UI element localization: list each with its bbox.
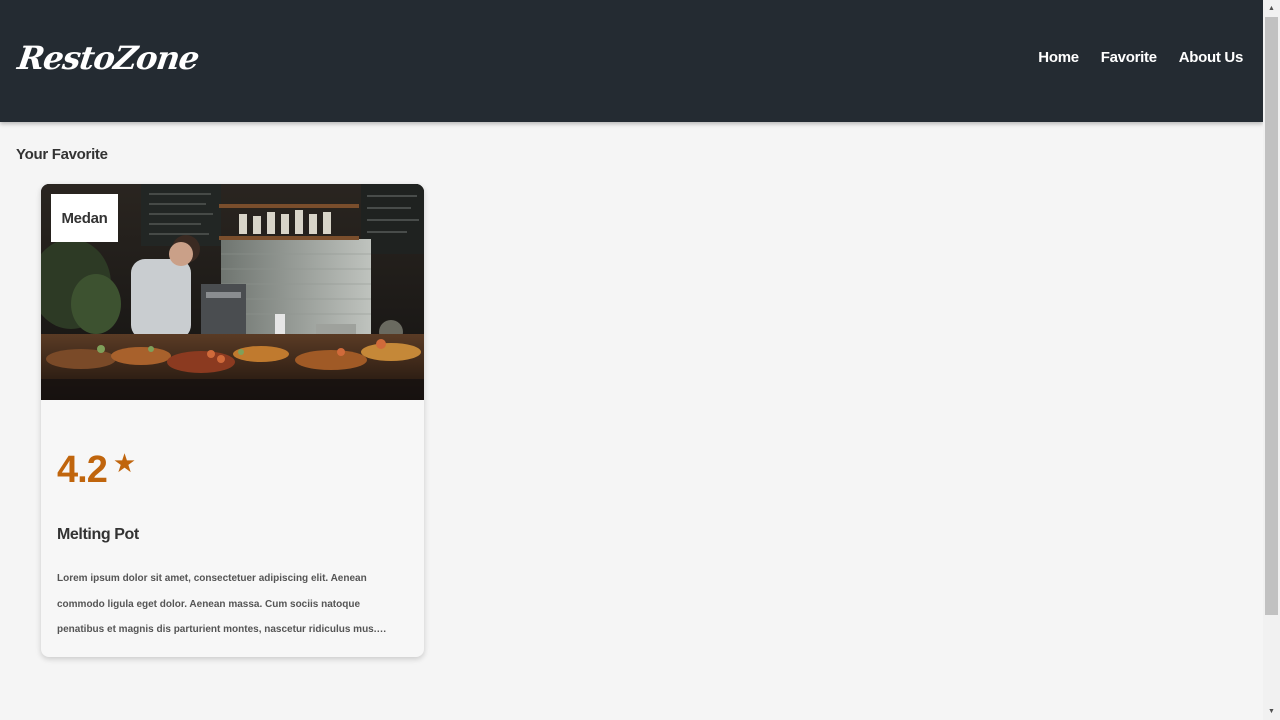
scroll-down-icon[interactable]: ▼ — [1263, 703, 1280, 720]
restaurant-card[interactable]: Medan 4.2 ★ Melting Pot Lorem ipsum dolo… — [41, 184, 424, 657]
rating: 4.2 ★ — [57, 448, 136, 492]
star-icon: ★ — [112, 448, 137, 478]
restaurant-description: Lorem ipsum dolor sit amet, consectetuer… — [57, 573, 377, 635]
city-badge: Medan — [51, 194, 118, 242]
nav-home-link[interactable]: Home — [1038, 44, 1079, 72]
nav-favorite-link[interactable]: Favorite — [1101, 44, 1157, 72]
scrollbar-thumb[interactable] — [1265, 17, 1278, 615]
restaurant-name[interactable]: Melting Pot — [57, 526, 139, 544]
app-header: RestoZone Home Favorite About Us — [0, 0, 1263, 122]
vertical-scrollbar[interactable]: ▲ ▼ — [1263, 0, 1280, 720]
section-title: Your Favorite — [16, 146, 108, 163]
main-nav: Home Favorite About Us — [1038, 44, 1243, 72]
brand-logo[interactable]: RestoZone — [15, 36, 202, 80]
scroll-up-icon[interactable]: ▲ — [1263, 0, 1280, 17]
page-viewport: RestoZone Home Favorite About Us Your Fa… — [0, 0, 1263, 720]
restaurant-photo: Medan — [41, 184, 424, 400]
rating-value: 4.2 — [57, 449, 108, 491]
nav-about-link[interactable]: About Us — [1179, 44, 1244, 72]
